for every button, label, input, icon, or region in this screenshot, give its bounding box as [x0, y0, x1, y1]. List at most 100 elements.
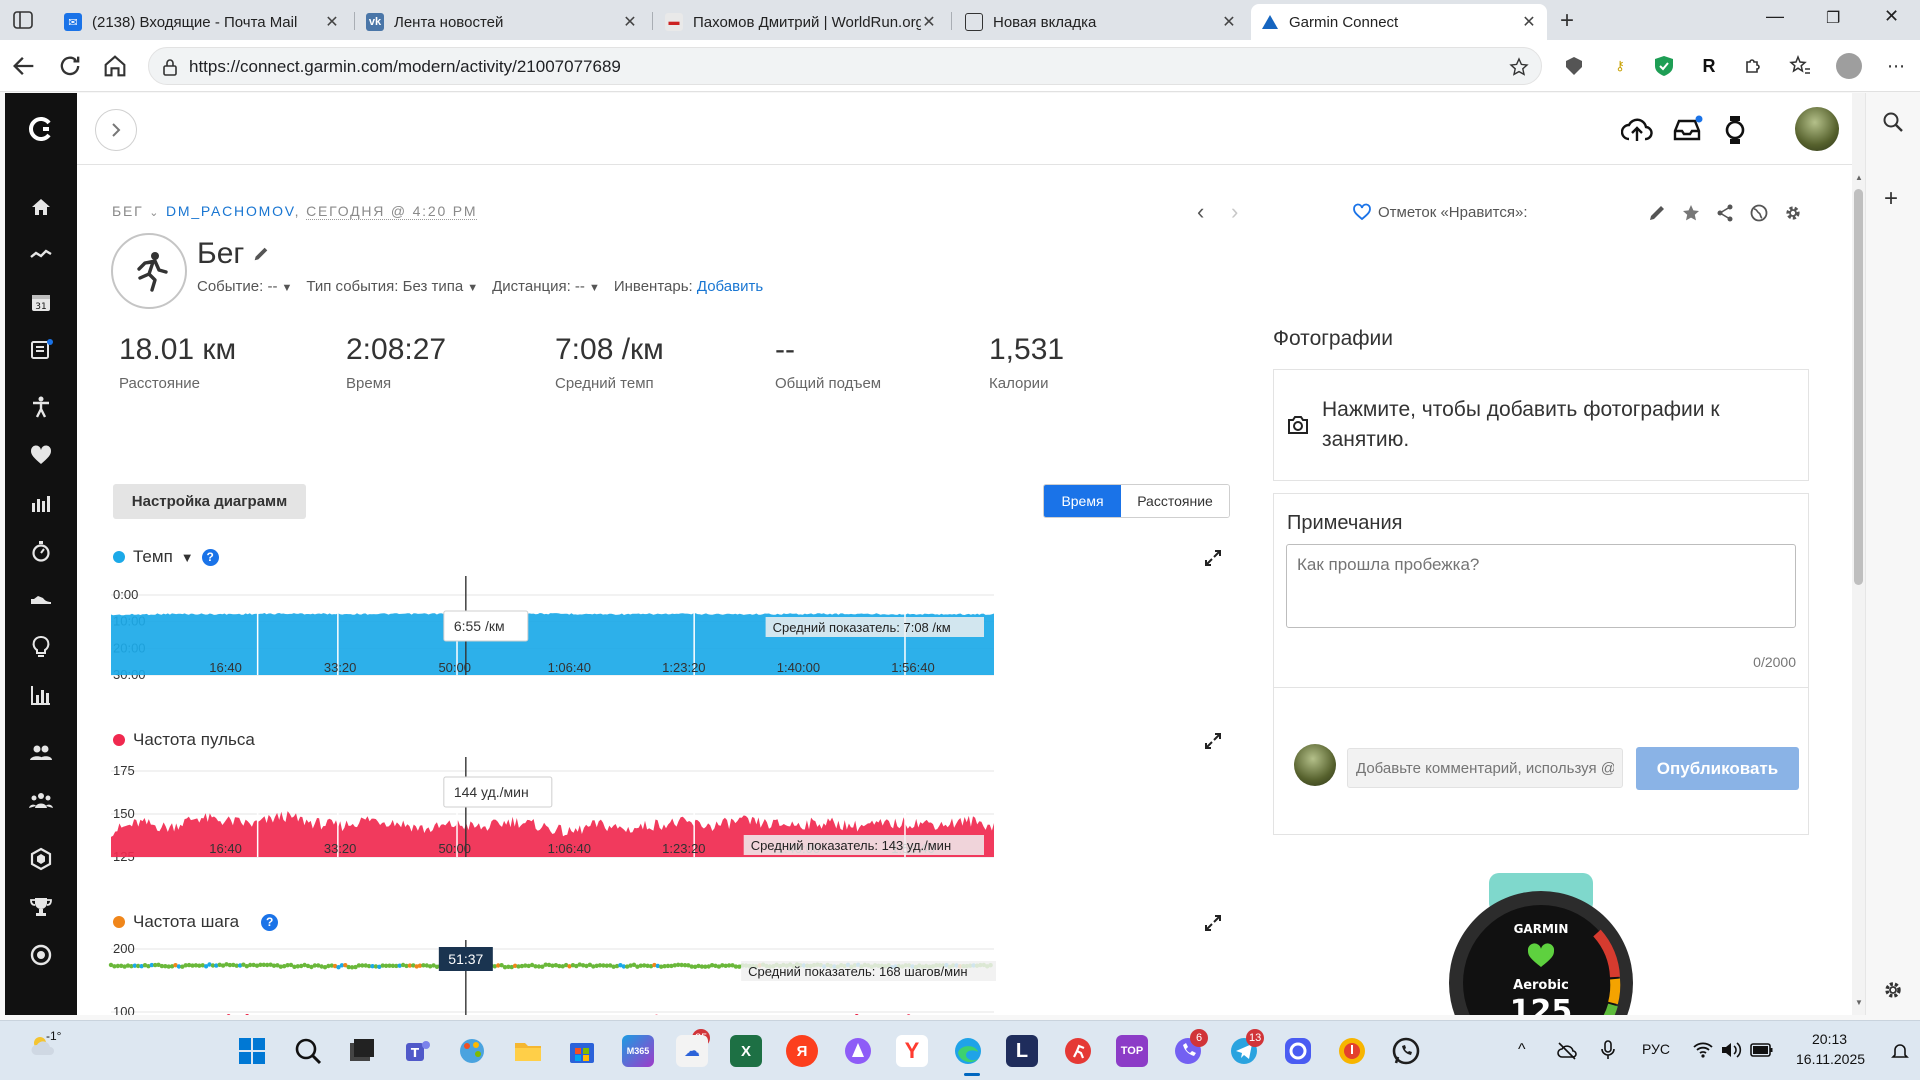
excel-icon[interactable]: X: [730, 1035, 762, 1067]
teams-icon[interactable]: T: [402, 1035, 434, 1067]
pace-chart-title[interactable]: Темп: [133, 547, 173, 567]
challenges-trophy-icon[interactable]: [29, 895, 53, 919]
clock-date[interactable]: 16.11.2025: [1796, 1051, 1865, 1067]
share-icon[interactable]: [1715, 203, 1735, 223]
scroll-up-icon[interactable]: ▲: [1855, 173, 1863, 182]
microphone-icon[interactable]: [1600, 1039, 1616, 1061]
connections-people-icon[interactable]: [29, 741, 53, 765]
training-person-icon[interactable]: [29, 395, 53, 419]
battery-icon[interactable]: [1750, 1042, 1774, 1058]
tab-mail[interactable]: ✉ (2138) Входящие - Почта Mail ✕: [54, 4, 350, 40]
heart-rate-chart[interactable]: 17515012516:4033:2050:001:06:401:23:201:…: [77, 757, 1317, 877]
activity-name[interactable]: Бег: [197, 237, 244, 271]
user-avatar[interactable]: [1795, 107, 1839, 151]
alice-assistant-icon[interactable]: [842, 1035, 874, 1067]
tab-actions-icon[interactable]: [12, 9, 34, 31]
groups-icon[interactable]: [29, 789, 53, 813]
home-icon[interactable]: [29, 195, 53, 219]
favorite-star-icon[interactable]: [1681, 203, 1701, 223]
runner-app-icon[interactable]: [1062, 1035, 1094, 1067]
file-explorer-icon[interactable]: [512, 1035, 544, 1067]
l-app-icon[interactable]: L: [1006, 1035, 1038, 1067]
badges-hexagon-icon[interactable]: [29, 847, 53, 871]
yandex-icon[interactable]: Я: [786, 1035, 818, 1067]
favorite-star-icon[interactable]: [1509, 57, 1529, 77]
lock-icon[interactable]: [161, 58, 179, 76]
close-tab-icon[interactable]: ✕: [324, 12, 340, 32]
close-tab-icon[interactable]: ✕: [622, 12, 638, 32]
inbox-icon[interactable]: [1671, 115, 1703, 145]
shield-extension-icon[interactable]: [1562, 54, 1586, 78]
new-tab-button[interactable]: +: [1560, 7, 1574, 35]
device-watch-icon[interactable]: [1719, 115, 1751, 145]
tab-worldrun[interactable]: ▬ Пахомов Дмитрий | WorldRun.org ✕: [655, 4, 947, 40]
extensions-puzzle-icon[interactable]: [1742, 54, 1766, 78]
shoe-gear-icon[interactable]: [29, 587, 53, 611]
settings-gear-icon[interactable]: [1882, 979, 1904, 1001]
m365-icon[interactable]: M365: [622, 1035, 654, 1067]
toggle-distance[interactable]: Расстояние: [1121, 485, 1229, 517]
microsoft-store-icon[interactable]: [566, 1035, 598, 1067]
edit-title-pencil-icon[interactable]: [252, 245, 270, 263]
page-scrollbar[interactable]: ▲ ▼: [1852, 93, 1865, 1015]
owner-link[interactable]: DM_PACHOMOV: [166, 203, 295, 219]
privacy-globe-icon[interactable]: [1749, 203, 1769, 223]
search-icon[interactable]: [292, 1035, 324, 1067]
pace-chart[interactable]: 0:0010:0020:0030:0016:4033:2050:001:06:4…: [77, 576, 1317, 692]
close-tab-icon[interactable]: ✕: [921, 12, 937, 32]
reports-bars-icon[interactable]: [29, 491, 53, 515]
add-photos-card[interactable]: Нажмите, чтобы добавить фотографии к зан…: [1273, 369, 1809, 481]
edge-browser-icon[interactable]: [952, 1035, 984, 1067]
video-chat-icon[interactable]: [1282, 1035, 1314, 1067]
close-tab-icon[interactable]: ✕: [1521, 12, 1537, 32]
health-heart-icon[interactable]: [29, 443, 53, 467]
previous-activity-button[interactable]: ‹: [1197, 199, 1204, 225]
windows-start-icon[interactable]: [236, 1035, 268, 1067]
scroll-thumb[interactable]: [1854, 189, 1863, 585]
wifi-icon[interactable]: [1692, 1041, 1714, 1059]
garmin-connect-logo-icon[interactable]: [27, 115, 55, 143]
stopwatch-icon[interactable]: [29, 539, 53, 563]
close-window-button[interactable]: ✕: [1884, 6, 1899, 27]
event-type-dropdown[interactable]: Тип события: Без типа ▼: [306, 278, 478, 295]
r-extension-icon[interactable]: R: [1697, 54, 1721, 78]
chevron-down-icon[interactable]: ⌄: [149, 207, 160, 219]
scroll-down-icon[interactable]: ▼: [1855, 998, 1863, 1007]
next-activity-button[interactable]: ›: [1231, 199, 1238, 225]
cloud-app-icon[interactable]: ☁: [676, 1035, 708, 1067]
notes-input[interactable]: [1286, 544, 1796, 628]
whatsapp-icon[interactable]: [1390, 1035, 1422, 1067]
cadence-chart[interactable]: 200 100 Средний показатель: 168 шагов/мин 5…: [77, 940, 1317, 1015]
fullscreen-icon[interactable]: [1204, 549, 1222, 567]
cloud-off-icon[interactable]: [1556, 1041, 1578, 1061]
chart-settings-button[interactable]: Настройка диаграмм: [113, 484, 306, 519]
expand-nav-button[interactable]: [95, 109, 137, 151]
paint-palette-icon[interactable]: [456, 1035, 488, 1067]
like-heart-icon[interactable]: [1352, 203, 1372, 221]
yandex-browser-icon[interactable]: Y: [896, 1035, 928, 1067]
fullscreen-icon[interactable]: [1204, 732, 1222, 750]
minimize-button[interactable]: —: [1766, 6, 1784, 27]
upload-cloud-icon[interactable]: [1621, 115, 1653, 145]
top-app-icon[interactable]: TOP: [1116, 1035, 1148, 1067]
edit-pencil-icon[interactable]: [1647, 203, 1667, 223]
insights-bulb-icon[interactable]: [29, 635, 53, 659]
refresh-icon[interactable]: [56, 52, 84, 80]
activity-trend-icon[interactable]: [29, 243, 53, 267]
profile-avatar-icon[interactable]: [1836, 53, 1862, 79]
comment-input[interactable]: [1347, 748, 1623, 788]
tab-vk[interactable]: vk Лента новостей ✕: [356, 4, 648, 40]
music-app-icon[interactable]: [1336, 1035, 1368, 1067]
search-icon[interactable]: [1882, 111, 1904, 133]
calendar-icon[interactable]: 31: [29, 290, 53, 314]
restore-button[interactable]: ❐: [1826, 8, 1840, 28]
volume-icon[interactable]: [1720, 1041, 1742, 1059]
cadence-chart-title[interactable]: Частота шага: [133, 912, 239, 932]
help-icon[interactable]: ?: [201, 548, 219, 566]
event-dropdown[interactable]: Событие: -- ▼: [197, 278, 292, 295]
toggle-time[interactable]: Время: [1044, 485, 1121, 517]
help-icon[interactable]: ?: [261, 913, 279, 931]
adguard-icon[interactable]: [1652, 54, 1676, 78]
key-extension-icon[interactable]: ⚷: [1608, 54, 1632, 78]
task-view-icon[interactable]: [346, 1035, 378, 1067]
